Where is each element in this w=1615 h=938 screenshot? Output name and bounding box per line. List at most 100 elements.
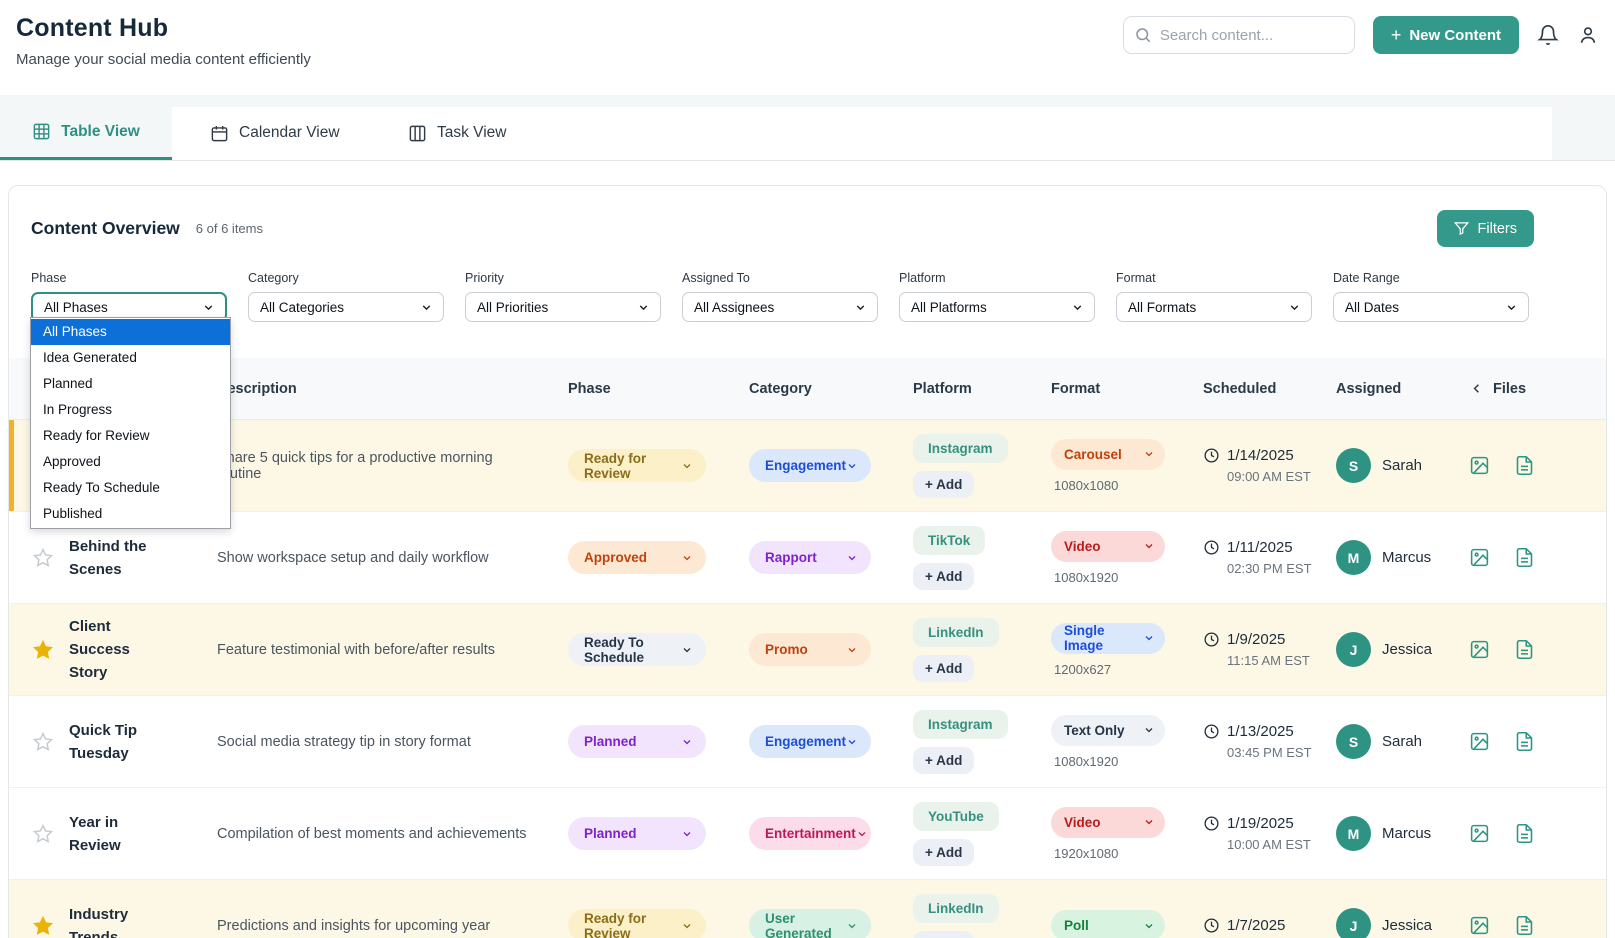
star-filled-icon[interactable]	[32, 639, 54, 661]
phase-option-published[interactable]: Published	[31, 501, 230, 527]
format-select[interactable]: Video	[1051, 807, 1165, 838]
add-platform-button[interactable]: + Add	[913, 563, 974, 590]
filter-group-priority: PriorityAll Priorities	[465, 271, 661, 322]
phase-select[interactable]: Approved	[568, 541, 706, 574]
tab-task-view[interactable]: Task View	[408, 106, 507, 160]
filter-group-date-range: Date RangeAll Dates	[1333, 271, 1529, 322]
phase-option-idea-generated[interactable]: Idea Generated	[31, 345, 230, 371]
filter-group-format: FormatAll Formats	[1116, 271, 1312, 322]
chevron-down-icon	[846, 920, 858, 932]
table-row: Share 5 quick tips for a productive morn…	[9, 420, 1606, 512]
filter-group-assigned-to: Assigned ToAll Assignees	[682, 271, 878, 322]
filter-select-date-range[interactable]: All Dates	[1333, 292, 1529, 322]
image-file-icon[interactable]	[1469, 823, 1490, 844]
add-platform-button[interactable]: + Add	[913, 931, 974, 938]
add-platform-button[interactable]: + Add	[913, 747, 974, 774]
document-file-icon[interactable]	[1514, 915, 1535, 936]
add-platform-button[interactable]: + Add	[913, 655, 974, 682]
category-select[interactable]: User Generated	[749, 909, 871, 938]
filter-label: Category	[248, 271, 444, 285]
phase-select[interactable]: Ready for Review	[568, 449, 706, 482]
filter-select-category[interactable]: All Categories	[248, 292, 444, 322]
assignee-name: Sarah	[1382, 457, 1422, 474]
phase-option-approved[interactable]: Approved	[31, 449, 230, 475]
filter-select-assigned-to[interactable]: All Assignees	[682, 292, 878, 322]
document-file-icon[interactable]	[1514, 455, 1535, 476]
format-select[interactable]: Carousel	[1051, 439, 1165, 470]
col-category: Category	[749, 381, 913, 397]
filters-button[interactable]: Filters	[1437, 210, 1534, 247]
filter-select-format[interactable]: All Formats	[1116, 292, 1312, 322]
category-select[interactable]: Entertainment	[749, 817, 871, 850]
tab-calendar-view[interactable]: Calendar View	[210, 106, 340, 160]
star-icon[interactable]	[32, 731, 54, 753]
row-description: Predictions and insights for upcoming ye…	[217, 918, 568, 934]
scheduled-time: 10:00 AM EST	[1227, 837, 1336, 852]
search-input[interactable]	[1123, 16, 1355, 54]
files-column-toggle[interactable]: Files	[1469, 381, 1606, 397]
page-title: Content Hub	[16, 14, 311, 43]
category-select[interactable]: Engagement	[749, 725, 871, 758]
phase-select[interactable]: Ready for Review	[568, 909, 706, 938]
format-select[interactable]: Poll	[1051, 910, 1165, 938]
document-file-icon[interactable]	[1514, 731, 1535, 752]
row-title: Year in Review	[69, 811, 217, 857]
phase-option-in-progress[interactable]: In Progress	[31, 397, 230, 423]
columns-icon	[408, 124, 427, 143]
star-icon[interactable]	[32, 823, 54, 845]
phase-option-ready-for-review[interactable]: Ready for Review	[31, 423, 230, 449]
content-overview-card: Content Overview 6 of 6 items Filters Ph…	[8, 185, 1607, 938]
category-select[interactable]: Engagement	[749, 449, 871, 482]
image-file-icon[interactable]	[1469, 639, 1490, 660]
phase-dropdown: All PhasesIdea GeneratedPlannedIn Progre…	[30, 317, 231, 529]
filter-group-category: Category All Categories	[248, 271, 444, 322]
image-file-icon[interactable]	[1469, 915, 1490, 936]
document-file-icon[interactable]	[1514, 547, 1535, 568]
platform-tag: LinkedIn	[913, 618, 999, 647]
scheduled-date: 1/13/2025	[1203, 723, 1336, 740]
chevron-down-icon	[681, 552, 693, 564]
chevron-down-icon	[202, 301, 215, 314]
clock-icon	[1203, 631, 1220, 648]
row-files	[1469, 731, 1606, 752]
filter-select-priority[interactable]: All Priorities	[465, 292, 661, 322]
filter-select-platform[interactable]: All Platforms	[899, 292, 1095, 322]
table-grid-icon	[32, 122, 51, 141]
row-title: Client Success Story	[69, 615, 217, 684]
phase-select[interactable]: Ready To Schedule	[568, 633, 706, 666]
phase-option-ready-to-schedule[interactable]: Ready To Schedule	[31, 475, 230, 501]
image-file-icon[interactable]	[1469, 547, 1490, 568]
tab-table-view[interactable]: Table View	[0, 106, 172, 160]
new-content-button[interactable]: + New Content	[1373, 16, 1519, 54]
notifications-bell-icon[interactable]	[1537, 24, 1559, 46]
phase-option-all-phases[interactable]: All Phases	[31, 319, 230, 345]
document-file-icon[interactable]	[1514, 823, 1535, 844]
format-select[interactable]: Single Image	[1051, 623, 1165, 654]
add-platform-button[interactable]: + Add	[913, 471, 974, 498]
phase-select[interactable]: Planned	[568, 725, 706, 758]
format-select[interactable]: Text Only	[1051, 715, 1165, 746]
clock-icon	[1203, 447, 1220, 464]
plus-icon: +	[1391, 25, 1402, 46]
star-filled-icon[interactable]	[32, 915, 54, 937]
table-row: Client Success StoryFeature testimonial …	[9, 604, 1606, 696]
category-select[interactable]: Promo	[749, 633, 871, 666]
category-select[interactable]: Rapport	[749, 541, 871, 574]
col-format: Format	[1051, 381, 1203, 397]
add-platform-button[interactable]: + Add	[913, 839, 974, 866]
col-files: Files	[1493, 381, 1526, 397]
star-icon[interactable]	[32, 547, 54, 569]
format-select[interactable]: Video	[1051, 531, 1165, 562]
platform-tag: Instagram	[913, 434, 1008, 463]
format-dimensions: 1920x1080	[1054, 846, 1203, 861]
document-file-icon[interactable]	[1514, 639, 1535, 660]
image-file-icon[interactable]	[1469, 455, 1490, 476]
scheduled-time: 09:00 AM EST	[1227, 469, 1336, 484]
filter-label: Phase	[31, 271, 227, 285]
table-row: Year in ReviewCompilation of best moment…	[9, 788, 1606, 880]
phase-select[interactable]: Planned	[568, 817, 706, 850]
user-profile-icon[interactable]	[1577, 24, 1599, 46]
image-file-icon[interactable]	[1469, 731, 1490, 752]
phase-option-planned[interactable]: Planned	[31, 371, 230, 397]
row-files	[1469, 547, 1606, 568]
